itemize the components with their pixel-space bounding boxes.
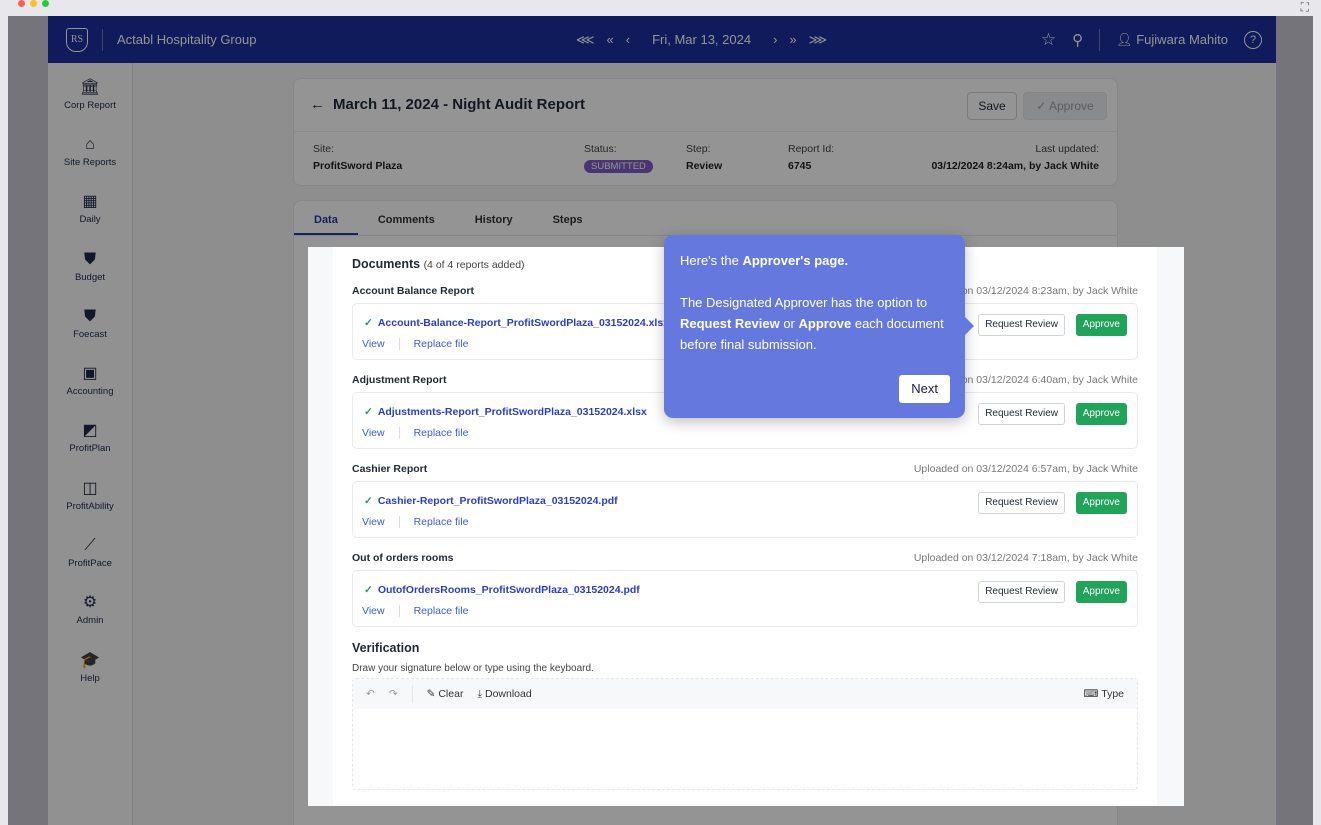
- sidebar-item[interactable]: ⟋ ProfitPace: [48, 521, 132, 578]
- sidebar-icon: ⛊: [83, 307, 96, 325]
- report-id-field: Report Id: 6745: [788, 143, 834, 172]
- report-header-card: ← March 11, 2024 - Night Audit Report Sav…: [293, 78, 1118, 186]
- tab-data[interactable]: Data: [294, 201, 358, 235]
- current-date[interactable]: Fri, Mar 13, 2024: [652, 32, 751, 47]
- sidebar-item[interactable]: ◩ ProfitPlan: [48, 407, 132, 464]
- value: ProfitSword Plaza: [313, 160, 403, 172]
- sidebar-item-label: Admin: [76, 615, 104, 627]
- sidebar-item-label: Foecast: [73, 328, 107, 340]
- next-week-icon[interactable]: »: [789, 32, 796, 47]
- approve-report-button[interactable]: ✓ Approve: [1023, 92, 1107, 120]
- sidebar-item[interactable]: ⚙ Admin: [48, 579, 132, 636]
- tab-comments[interactable]: Comments: [358, 201, 455, 235]
- user-icon: 👤︎: [1116, 31, 1137, 47]
- label: Status:: [584, 143, 617, 155]
- close-dot[interactable]: [18, 0, 25, 7]
- top-header: RS Actabl Hospitality Group ⋘ « ‹ Fri, M…: [48, 16, 1276, 63]
- prev-day-icon[interactable]: ‹: [626, 32, 630, 47]
- step-field: Step: Review: [686, 143, 722, 172]
- sidebar-item[interactable]: 🏛 Corp Report: [48, 63, 132, 120]
- tour-tooltip: Here's the Approver's page. The Designat…: [664, 235, 974, 418]
- site-field: Site: ProfitSword Plaza: [313, 143, 402, 172]
- first-icon[interactable]: ⋘: [576, 32, 595, 48]
- text-bold: Approve: [798, 316, 852, 331]
- sidebar-icon: ⟋: [84, 537, 96, 555]
- sidebar-icon: ▦: [82, 193, 98, 211]
- sidebar-icon: ▣: [82, 365, 98, 383]
- last-updated-field: Last updated: 03/12/2024 8:24am, by Jack …: [931, 143, 1099, 172]
- sidebar-item-label: ProfitPlan: [69, 443, 111, 455]
- save-button[interactable]: Save: [967, 92, 1017, 120]
- text: or: [779, 316, 799, 331]
- user-name: Fujiwara Mahito: [1136, 31, 1228, 47]
- sidebar-icon: ◩: [82, 422, 98, 440]
- logo[interactable]: RS: [66, 27, 88, 52]
- title-text: March 11, 2024 - Night Audit Report: [333, 96, 585, 113]
- tab-steps[interactable]: Steps: [533, 201, 603, 235]
- sidebar-item-label: Help: [80, 672, 100, 684]
- sidebar-item[interactable]: ⌂ Site Reports: [48, 120, 132, 177]
- help-icon[interactable]: ?: [1244, 30, 1262, 49]
- label: Report Id:: [788, 143, 835, 155]
- sidebar-item[interactable]: ▣ Accounting: [48, 349, 132, 406]
- sidebar-icon: ⛊: [83, 250, 96, 268]
- text-bold: Approver's page.: [742, 253, 849, 268]
- sidebar-icon: ◫: [82, 479, 98, 497]
- last-icon[interactable]: ⋙: [809, 32, 828, 48]
- tour-next-button[interactable]: Next: [899, 375, 950, 403]
- search-icon[interactable]: ⚲: [1072, 31, 1083, 49]
- status-field: Status: SUBMITTED: [584, 143, 653, 173]
- sidebar-icon: ⌂: [85, 135, 95, 153]
- header-actions: ☆ ⚲ 👤︎ Fujiwara Mahito ?: [1041, 28, 1262, 51]
- divider: [1099, 28, 1101, 51]
- sidebar-item[interactable]: ⛊ Budget: [48, 235, 132, 292]
- sidebar-icon: 🎓: [80, 651, 100, 669]
- sidebar-item[interactable]: ◫ ProfitAbility: [48, 464, 132, 521]
- text: Here's the: [680, 253, 743, 268]
- sidebar-item-label: Daily: [79, 214, 101, 226]
- fullscreen-icon[interactable]: ⛶: [1301, 0, 1309, 15]
- status-badge: SUBMITTED: [584, 160, 653, 173]
- divider: [294, 131, 1117, 132]
- minimize-dot[interactable]: [30, 0, 37, 7]
- text-bold: Request Review: [680, 316, 780, 331]
- user-menu[interactable]: 👤︎ Fujiwara Mahito: [1116, 32, 1228, 48]
- label: Step:: [686, 143, 711, 155]
- value: 6745: [788, 160, 812, 172]
- sidebar-icon: 🏛: [79, 78, 101, 96]
- sidebar-item-label: Budget: [74, 271, 106, 283]
- sidebar-item-label: Site Reports: [63, 156, 117, 168]
- sidebar-item[interactable]: 🎓 Help: [48, 636, 132, 693]
- sidebar: 🏛 Corp Report ⌂ Site Reports ▦ Daily ⛊ Budget ⛊ F…: [48, 63, 133, 825]
- org-name: Actabl Hospitality Group: [117, 32, 257, 47]
- browser-viewport: RS Actabl Hospitality Group ⋘ « ‹ Fri, M…: [8, 16, 1313, 825]
- tab-history[interactable]: History: [455, 201, 533, 235]
- divider: [102, 28, 103, 51]
- maximize-dot[interactable]: [42, 0, 49, 7]
- date-navigator: ⋘ « ‹ Fri, Mar 13, 2024 › » ⋙: [576, 32, 827, 48]
- page-title: ← March 11, 2024 - Night Audit Report: [310, 96, 585, 113]
- sidebar-item[interactable]: ▦ Daily: [48, 178, 132, 235]
- next-day-icon[interactable]: ›: [773, 32, 777, 47]
- sidebar-item-label: Corp Report: [64, 99, 116, 111]
- sidebar-item[interactable]: ⛊ Foecast: [48, 292, 132, 349]
- text: The Designated Approver has the option t…: [680, 295, 928, 310]
- sidebar-icon: ⚙: [82, 594, 98, 612]
- label: Site:: [313, 143, 335, 155]
- app: RS Actabl Hospitality Group ⋘ « ‹ Fri, M…: [48, 16, 1276, 825]
- prev-week-icon[interactable]: «: [607, 32, 614, 47]
- label: Last updated:: [1035, 143, 1099, 155]
- tour-body: The Designated Approver has the option t…: [680, 292, 949, 355]
- tab-bar: Data Comments History Steps: [294, 201, 1117, 236]
- back-arrow-icon[interactable]: ←: [310, 96, 325, 113]
- star-icon[interactable]: ☆: [1041, 30, 1056, 50]
- value: Review: [686, 160, 723, 172]
- sidebar-item-label: Accounting: [66, 386, 114, 398]
- sidebar-item-label: ProfitAbility: [66, 500, 114, 512]
- sidebar-item-label: ProfitPace: [68, 558, 112, 570]
- window-controls: [18, 0, 49, 7]
- value: 03/12/2024 8:24am, by Jack White: [931, 160, 1099, 172]
- tour-intro: Here's the Approver's page.: [680, 250, 949, 271]
